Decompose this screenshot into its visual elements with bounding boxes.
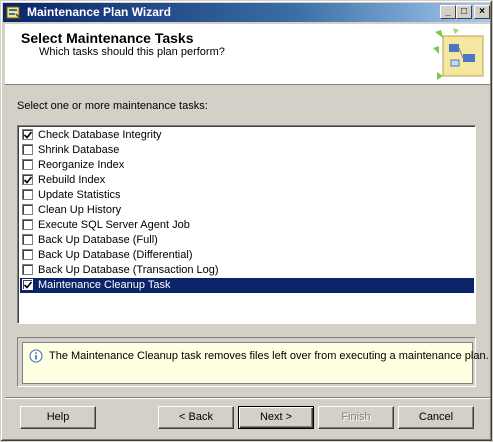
- task-item[interactable]: Shrink Database: [20, 143, 474, 158]
- task-checkbox[interactable]: [22, 204, 33, 215]
- help-button[interactable]: Help: [20, 406, 96, 429]
- task-label: Clean Up History: [38, 204, 122, 216]
- task-checkbox[interactable]: [22, 264, 33, 275]
- task-label: Reorganize Index: [38, 159, 125, 171]
- task-label: Maintenance Cleanup Task: [37, 278, 172, 293]
- task-checkbox[interactable]: [22, 174, 33, 185]
- task-checkbox[interactable]: [22, 159, 33, 170]
- title-bar[interactable]: Maintenance Plan Wizard _ □ ×: [3, 3, 490, 22]
- task-item[interactable]: Back Up Database (Differential): [20, 248, 474, 263]
- task-checkbox[interactable]: [22, 144, 33, 155]
- task-label: Execute SQL Server Agent Job: [38, 219, 190, 231]
- task-checkbox[interactable]: [22, 129, 33, 140]
- task-label: Back Up Database (Differential): [38, 249, 193, 261]
- checkmark-icon: [24, 176, 32, 184]
- task-label: Update Statistics: [38, 189, 121, 201]
- task-label: Check Database Integrity: [38, 129, 162, 141]
- maintenance-task-list[interactable]: Check Database Integrity Shrink Database R…: [17, 125, 476, 324]
- wizard-header: Select Maintenance Tasks Which tasks sho…: [5, 24, 490, 85]
- checkmark-icon: [24, 281, 32, 289]
- task-description-text: The Maintenance Cleanup task removes fil…: [49, 350, 489, 362]
- task-description-box: The Maintenance Cleanup task removes fil…: [17, 337, 489, 387]
- finish-button-label: Finish: [341, 411, 371, 423]
- wizard-app-icon: [6, 6, 22, 20]
- task-label: Back Up Database (Transaction Log): [38, 264, 219, 276]
- task-description-panel: The Maintenance Cleanup task removes fil…: [22, 342, 489, 384]
- task-item[interactable]: Clean Up History: [20, 203, 474, 218]
- cancel-button[interactable]: Cancel: [398, 406, 474, 429]
- task-item[interactable]: Reorganize Index: [20, 158, 474, 173]
- back-button-label: < Back: [179, 411, 213, 423]
- back-button[interactable]: < Back: [158, 406, 234, 429]
- task-item[interactable]: Update Statistics: [20, 188, 474, 203]
- page-title: Select Maintenance Tasks: [21, 30, 194, 46]
- task-item[interactable]: Rebuild Index: [20, 173, 474, 188]
- task-item[interactable]: Maintenance Cleanup Task: [20, 278, 474, 293]
- maximize-button[interactable]: □: [456, 5, 472, 19]
- window-title: Maintenance Plan Wizard: [27, 5, 171, 19]
- close-button[interactable]: ×: [474, 5, 490, 19]
- task-label: Rebuild Index: [38, 174, 106, 186]
- minimize-button[interactable]: _: [440, 5, 456, 19]
- task-checkbox[interactable]: [22, 234, 33, 245]
- task-item[interactable]: Execute SQL Server Agent Job: [20, 218, 474, 233]
- task-checkbox[interactable]: [22, 219, 33, 230]
- info-icon: [29, 349, 43, 363]
- maximize-icon: □: [460, 6, 468, 17]
- task-item[interactable]: Back Up Database (Full): [20, 233, 474, 248]
- footer-divider: [5, 397, 490, 399]
- help-button-label: Help: [46, 411, 70, 423]
- close-icon: ×: [479, 6, 485, 17]
- task-item[interactable]: Back Up Database (Transaction Log): [20, 263, 474, 278]
- task-item[interactable]: Check Database Integrity: [20, 128, 474, 143]
- page-subtitle: Which tasks should this plan perform?: [39, 46, 225, 58]
- task-checkbox[interactable]: [22, 189, 33, 200]
- task-label: Back Up Database (Full): [38, 234, 158, 246]
- task-list-prompt: Select one or more maintenance tasks:: [17, 100, 208, 112]
- next-button[interactable]: Next >: [238, 406, 314, 429]
- next-button-label: Next >: [259, 411, 293, 423]
- task-checkbox[interactable]: [22, 249, 33, 260]
- wizard-banner-icon: [433, 28, 484, 80]
- cancel-button-label: Cancel: [418, 411, 454, 423]
- finish-button[interactable]: Finish: [318, 406, 394, 429]
- checkmark-icon: [24, 131, 32, 139]
- minimize-icon: _: [445, 6, 451, 17]
- task-checkbox[interactable]: [22, 279, 33, 290]
- task-label: Shrink Database: [38, 144, 120, 156]
- wizard-window: Maintenance Plan Wizard _ □ × Select Mai…: [0, 0, 493, 442]
